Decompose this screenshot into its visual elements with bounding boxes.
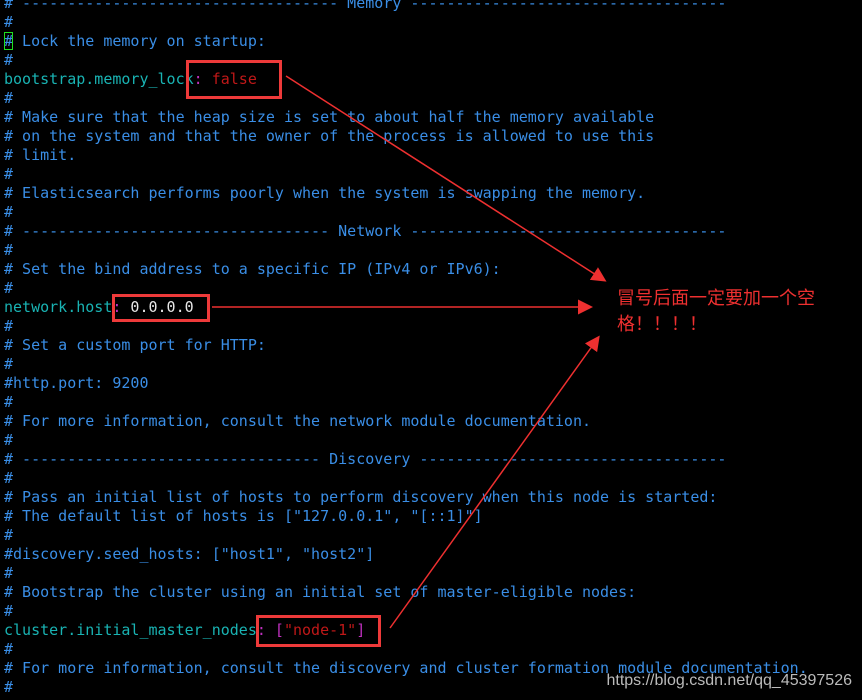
annotation-arrows <box>212 75 607 629</box>
arrow-1 <box>285 75 607 282</box>
arrow-3 <box>389 335 600 629</box>
watermark: https://blog.csdn.net/qq_45397526 <box>606 672 852 689</box>
annotation-note: 冒号后面一定要加一个空格！！！！ <box>617 288 815 335</box>
